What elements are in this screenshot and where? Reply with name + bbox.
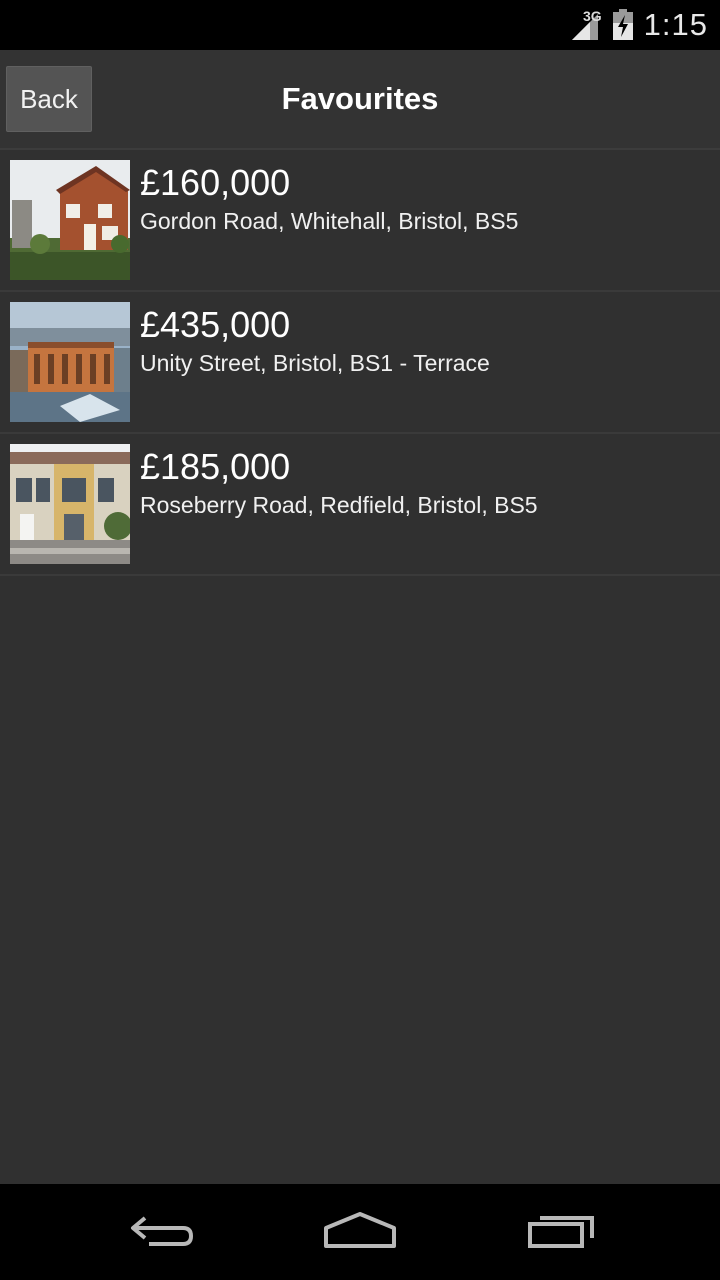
status-bar: 3G 1:15 <box>0 0 720 50</box>
favourites-list: £160,000 Gordon Road, Whitehall, Bristol… <box>0 150 720 576</box>
battery-charging-icon <box>612 9 634 41</box>
back-icon <box>125 1210 195 1255</box>
page-title: Favourites <box>281 81 439 116</box>
nav-back-button[interactable] <box>110 1202 210 1262</box>
back-button[interactable]: Back <box>6 66 92 132</box>
list-item[interactable]: £435,000 Unity Street, Bristol, BS1 - Te… <box>0 292 720 434</box>
property-photo <box>10 302 130 422</box>
navigation-bar <box>0 1184 720 1280</box>
action-bar: Back Favourites <box>0 50 720 150</box>
listing-price: £435,000 <box>140 304 291 345</box>
recent-apps-icon <box>526 1210 598 1255</box>
listing-address: Roseberry Road, Redfield, Bristol, BS5 <box>140 492 538 518</box>
network-type-label: 3G <box>582 8 602 24</box>
home-icon <box>322 1210 398 1255</box>
nav-recent-apps-button[interactable] <box>512 1202 612 1262</box>
listing-price: £160,000 <box>140 162 291 203</box>
property-photo <box>10 160 130 280</box>
property-photo <box>10 444 130 564</box>
signal-icon: 3G <box>568 8 602 42</box>
listing-price: £185,000 <box>140 446 291 487</box>
nav-home-button[interactable] <box>310 1202 410 1262</box>
listing-address: Unity Street, Bristol, BS1 - Terrace <box>140 350 490 376</box>
clock: 1:15 <box>643 7 708 42</box>
listing-address: Gordon Road, Whitehall, Bristol, BS5 <box>140 208 519 234</box>
list-item[interactable]: £185,000 Roseberry Road, Redfield, Brist… <box>0 434 720 576</box>
list-item[interactable]: £160,000 Gordon Road, Whitehall, Bristol… <box>0 150 720 292</box>
